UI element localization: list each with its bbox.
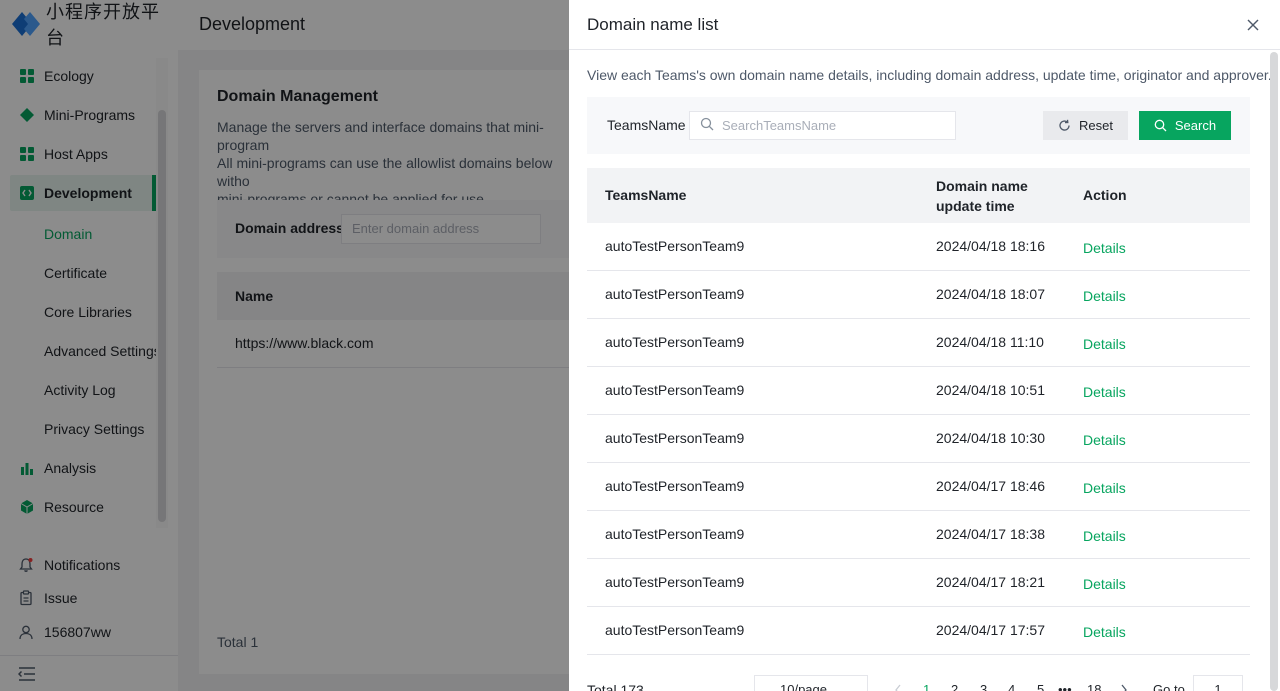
update-time-cell: 2024/04/17 18:38 — [936, 526, 1045, 542]
teams-search-bar: TeamsName SearchTeamsName Reset Search — [587, 97, 1250, 154]
team-name-cell: autoTestPersonTeam9 — [605, 574, 745, 590]
table-row: autoTestPersonTeam9 2024/04/17 18:46 Det… — [587, 463, 1250, 511]
teams-name-label: TeamsName — [607, 117, 686, 133]
table-row: autoTestPersonTeam9 2024/04/18 11:10 Det… — [587, 319, 1250, 367]
next-page-icon[interactable] — [1120, 684, 1128, 691]
details-link[interactable]: Details — [1083, 288, 1126, 304]
drawer-header: Domain name list — [569, 0, 1280, 50]
update-time-cell: 2024/04/18 10:51 — [936, 382, 1045, 398]
update-time-cell: 2024/04/17 17:57 — [936, 622, 1045, 638]
team-name-cell: autoTestPersonTeam9 — [605, 478, 745, 494]
details-link[interactable]: Details — [1083, 624, 1126, 640]
reset-button[interactable]: Reset — [1043, 111, 1128, 140]
team-name-cell: autoTestPersonTeam9 — [605, 286, 745, 302]
refresh-icon — [1058, 119, 1071, 132]
search-button[interactable]: Search — [1139, 111, 1231, 140]
update-time-cell: 2024/04/18 18:16 — [936, 238, 1045, 254]
team-name-cell: autoTestPersonTeam9 — [605, 526, 745, 542]
page-size-value: 10/page — [780, 682, 827, 691]
goto-page-input[interactable]: 1 — [1193, 675, 1243, 691]
table-row: autoTestPersonTeam9 2024/04/18 10:30 Det… — [587, 415, 1250, 463]
column-header-teams-name: TeamsName — [605, 187, 687, 203]
column-header-action: Action — [1083, 187, 1127, 203]
update-time-cell: 2024/04/18 10:30 — [936, 430, 1045, 446]
search-icon — [700, 117, 714, 134]
team-name-cell: autoTestPersonTeam9 — [605, 334, 745, 350]
table-row: autoTestPersonTeam9 2024/04/17 18:38 Det… — [587, 511, 1250, 559]
details-link[interactable]: Details — [1083, 576, 1126, 592]
table-row: autoTestPersonTeam9 2024/04/17 18:21 Det… — [587, 559, 1250, 607]
goto-label: Go to — [1153, 682, 1185, 691]
page-ellipsis[interactable]: ••• — [1058, 682, 1072, 691]
update-time-cell: 2024/04/18 18:07 — [936, 286, 1045, 302]
page-1[interactable]: 1 — [923, 682, 930, 691]
page-size-select[interactable]: 10/page — [754, 675, 868, 691]
page-18[interactable]: 18 — [1087, 682, 1101, 691]
page-3[interactable]: 3 — [980, 682, 987, 691]
pagination-total: Total 173 — [587, 682, 644, 691]
team-name-cell: autoTestPersonTeam9 — [605, 430, 745, 446]
chevron-down-icon — [847, 685, 857, 691]
details-link[interactable]: Details — [1083, 528, 1126, 544]
reset-button-label: Reset — [1079, 118, 1113, 133]
column-header-update-time: Domain name update time — [936, 178, 1028, 214]
update-time-cell: 2024/04/17 18:46 — [936, 478, 1045, 494]
teams-search-input[interactable]: SearchTeamsName — [689, 111, 956, 140]
search-button-label: Search — [1174, 118, 1217, 133]
teams-table-body: autoTestPersonTeam9 2024/04/18 18:16 Det… — [587, 223, 1250, 655]
teams-table-header: TeamsName Domain name update time Action — [587, 168, 1250, 223]
update-time-cell: 2024/04/17 18:21 — [936, 574, 1045, 590]
details-link[interactable]: Details — [1083, 384, 1126, 400]
search-icon — [1154, 119, 1167, 132]
page-5[interactable]: 5 — [1037, 682, 1044, 691]
pagination: Total 173 10/page 1 2 3 4 5 ••• 18 Go to… — [587, 675, 1250, 691]
table-row: autoTestPersonTeam9 2024/04/18 18:16 Det… — [587, 223, 1250, 271]
details-link[interactable]: Details — [1083, 336, 1126, 352]
team-name-cell: autoTestPersonTeam9 — [605, 382, 745, 398]
table-row: autoTestPersonTeam9 2024/04/18 18:07 Det… — [587, 271, 1250, 319]
close-icon[interactable] — [1245, 17, 1261, 33]
page-4[interactable]: 4 — [1008, 682, 1015, 691]
team-name-cell: autoTestPersonTeam9 — [605, 238, 745, 254]
drawer-title: Domain name list — [587, 15, 719, 34]
domain-name-list-drawer: Domain name list View each Teams's own d… — [569, 0, 1280, 691]
table-row: autoTestPersonTeam9 2024/04/17 17:57 Det… — [587, 607, 1250, 655]
details-link[interactable]: Details — [1083, 432, 1126, 448]
page-2[interactable]: 2 — [951, 682, 958, 691]
teams-search-placeholder: SearchTeamsName — [722, 118, 837, 133]
team-name-cell: autoTestPersonTeam9 — [605, 622, 745, 638]
details-link[interactable]: Details — [1083, 240, 1126, 256]
prev-page-icon[interactable] — [894, 684, 902, 691]
table-row: autoTestPersonTeam9 2024/04/18 10:51 Det… — [587, 367, 1250, 415]
details-link[interactable]: Details — [1083, 480, 1126, 496]
update-time-cell: 2024/04/18 11:10 — [936, 334, 1044, 350]
drawer-description: View each Teams's own domain name detail… — [587, 67, 1272, 83]
drawer-scrollbar[interactable] — [1270, 52, 1278, 691]
